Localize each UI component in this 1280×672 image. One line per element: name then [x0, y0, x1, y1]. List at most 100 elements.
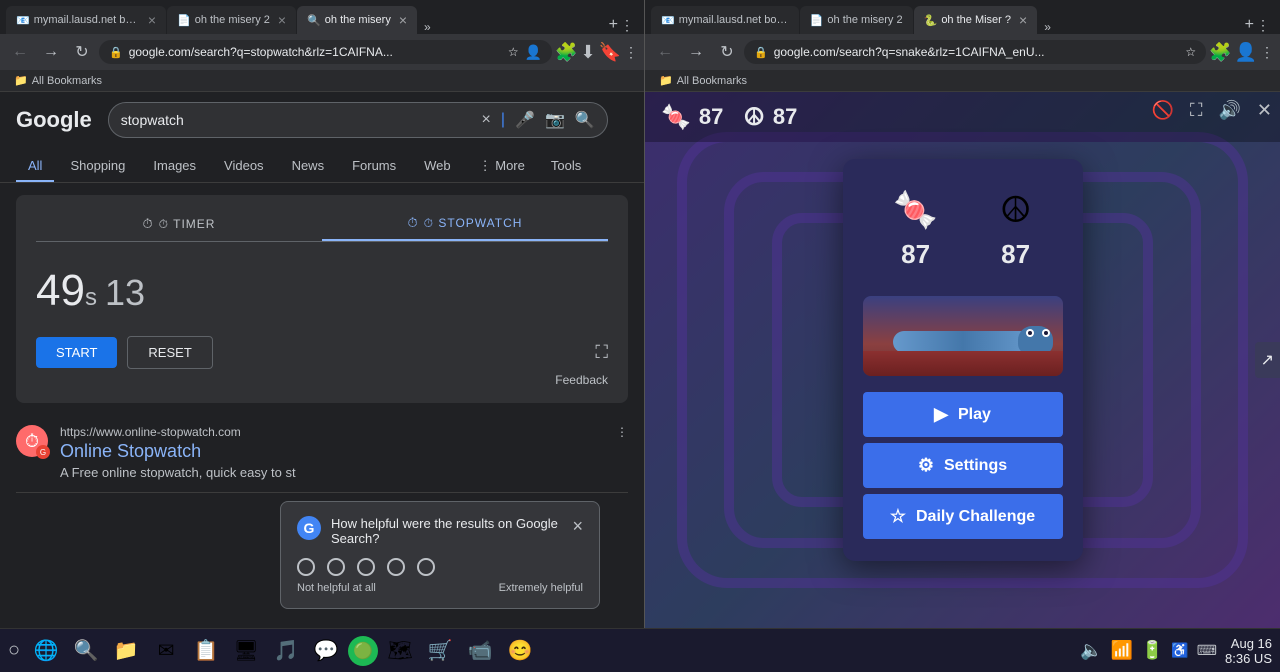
star-icon[interactable]: ☆ [508, 45, 519, 59]
forward-button-right[interactable]: → [682, 38, 710, 66]
snake-eye-left [1026, 329, 1034, 337]
wifi-icon[interactable]: 📶 [1111, 640, 1133, 661]
tab-close[interactable]: × [144, 12, 156, 28]
reload-button[interactable]: ↻ [68, 38, 96, 66]
tab-more2[interactable]: ⋮ More [467, 152, 537, 182]
feedback-link[interactable]: Feedback [36, 369, 608, 391]
back-button[interactable]: ← [6, 38, 34, 66]
share-button[interactable]: ↗ [1255, 342, 1280, 378]
extension-icon[interactable]: 🧩 [555, 42, 577, 63]
radio-circle[interactable] [297, 558, 315, 576]
tab-shopping[interactable]: Shopping [58, 152, 137, 182]
reset-button[interactable]: RESET [127, 336, 212, 369]
search-bar[interactable]: × | 🎤 📷 🔍 [108, 102, 608, 138]
profile-icon-right[interactable]: 👤 [1235, 42, 1257, 63]
menu-dots[interactable]: ⋮ [624, 44, 638, 61]
accessibility-icon[interactable]: ♿ [1171, 642, 1188, 659]
tab-all[interactable]: All [16, 152, 54, 182]
clear-icon[interactable]: × [482, 111, 491, 129]
bookmark-allbookmarks[interactable]: 📁 All Bookmarks [8, 72, 108, 89]
folder-icon: 📁 [14, 74, 28, 87]
back-button-right[interactable]: ← [651, 38, 679, 66]
taskbar-discord[interactable]: 💬 [308, 633, 344, 669]
fullscreen-icon[interactable]: ⛶ [1190, 100, 1203, 121]
download-icon[interactable]: ⬇ [580, 42, 595, 63]
settings-button[interactable]: ⚙ Settings [863, 443, 1063, 488]
volume-icon[interactable]: 🔊 [1218, 100, 1240, 121]
result-title[interactable]: Online Stopwatch [60, 441, 628, 462]
tab-videos[interactable]: Videos [212, 152, 276, 182]
battery-icon[interactable]: 🔋 [1141, 640, 1163, 661]
radio-4[interactable] [387, 558, 405, 576]
timer-tab[interactable]: ⏱ ⏱ TIMER [36, 207, 322, 241]
daily-challenge-button[interactable]: ☆ Daily Challenge [863, 494, 1063, 539]
tab-mymail-left[interactable]: 📧 mymail.lausd.net bookmarks × [6, 6, 166, 34]
stopwatch-tab[interactable]: ⏱ ⏱ STOPWATCH [322, 207, 608, 241]
tab-close[interactable]: × [395, 12, 407, 28]
launcher-icon[interactable]: ○ [8, 639, 20, 662]
bookmark-allbookmarks-right[interactable]: 📁 All Bookmarks [653, 72, 753, 89]
taskbar-gmail[interactable]: ✉ [148, 633, 184, 669]
tab-close[interactable]: × [1015, 12, 1027, 28]
popup-close-button[interactable]: × [572, 516, 583, 537]
close-icon[interactable]: ✕ [1257, 100, 1272, 121]
radio-circle[interactable] [387, 558, 405, 576]
taskbar-zoom[interactable]: 📹 [462, 633, 498, 669]
radio-2[interactable] [327, 558, 345, 576]
tab-more-button[interactable]: » [418, 20, 437, 34]
profile-icon[interactable]: 👤 [525, 44, 542, 61]
taskbar-store[interactable]: 🛒 [422, 633, 458, 669]
radio-circle[interactable] [357, 558, 375, 576]
taskbar-slides[interactable]: 🖥 [228, 633, 264, 669]
tab-miser2-left[interactable]: 📄 oh the misery 2 × [167, 6, 296, 34]
url-bar-right[interactable]: 🔒 google.com/search?q=snake&rlz=1CAIFNA_… [744, 40, 1206, 64]
tab-images[interactable]: Images [141, 152, 208, 182]
mic-icon[interactable]: 🎤 [515, 110, 535, 130]
forward-button[interactable]: → [37, 38, 65, 66]
radio-1[interactable] [297, 558, 315, 576]
search-submit-icon[interactable]: 🔍 [575, 110, 595, 130]
radio-circle[interactable] [327, 558, 345, 576]
taskbar-maps[interactable]: 🗺 [382, 633, 418, 669]
keyboard-icon[interactable]: ⌨ [1197, 642, 1217, 659]
tab-news[interactable]: News [280, 152, 337, 182]
volume-sys-icon[interactable]: 🔈 [1080, 640, 1102, 661]
new-tab-button-right[interactable]: + [1245, 16, 1254, 34]
tab-close[interactable]: × [274, 12, 286, 28]
tools-button[interactable]: Tools [541, 152, 591, 182]
taskbar-faces[interactable]: 😊 [502, 633, 538, 669]
tab-miser2-right[interactable]: 📄 oh the misery 2 [800, 6, 913, 34]
url-bar-left[interactable]: 🔒 google.com/search?q=stopwatch&rlz=1CAI… [99, 40, 552, 64]
lens-icon[interactable]: 📷 [545, 110, 565, 130]
fullscreen-icon[interactable]: ⛶ [595, 342, 608, 363]
bookmark-icon[interactable]: 🔖 [599, 42, 621, 63]
tab-forums[interactable]: Forums [340, 152, 408, 182]
block-icon[interactable]: 🚫 [1151, 100, 1173, 121]
taskbar-tasks[interactable]: 📋 [188, 633, 224, 669]
radio-circle[interactable] [417, 558, 435, 576]
radio-3[interactable] [357, 558, 375, 576]
star-icon-right[interactable]: ☆ [1185, 45, 1196, 59]
taskbar-files[interactable]: 📁 [108, 633, 144, 669]
taskbar-spotify[interactable]: 🟢 [348, 636, 378, 666]
tab-more-right[interactable]: » [1038, 20, 1057, 34]
tab-miser-right[interactable]: 🐍 oh the Miser ? × [914, 6, 1038, 34]
search-input[interactable] [121, 112, 474, 128]
result-menu-icon[interactable]: ⋮ [616, 425, 628, 439]
radio-5[interactable] [417, 558, 435, 576]
taskbar-datetime[interactable]: Aug 16 8:36 US [1225, 636, 1272, 666]
browser-menu-right[interactable]: ⋮ [1256, 17, 1270, 34]
taskbar-search[interactable]: 🔍 [68, 633, 104, 669]
play-button[interactable]: ▶ Play [863, 392, 1063, 437]
browser-menu[interactable]: ⋮ [620, 17, 634, 34]
taskbar-chrome[interactable]: 🌐 [28, 633, 64, 669]
menu-dots-right[interactable]: ⋮ [1260, 44, 1274, 61]
tab-web[interactable]: Web [412, 152, 463, 182]
extension-icon-right[interactable]: 🧩 [1209, 42, 1231, 63]
tab-mymail-right[interactable]: 📧 mymail.lausd.net bookmarks [651, 6, 799, 34]
start-button[interactable]: START [36, 337, 117, 368]
tab-stopwatch-left[interactable]: 🔍 oh the misery × [297, 6, 417, 34]
taskbar-music[interactable]: 🎵 [268, 633, 304, 669]
reload-button-right[interactable]: ↻ [713, 38, 741, 66]
new-tab-button[interactable]: + [609, 16, 618, 34]
